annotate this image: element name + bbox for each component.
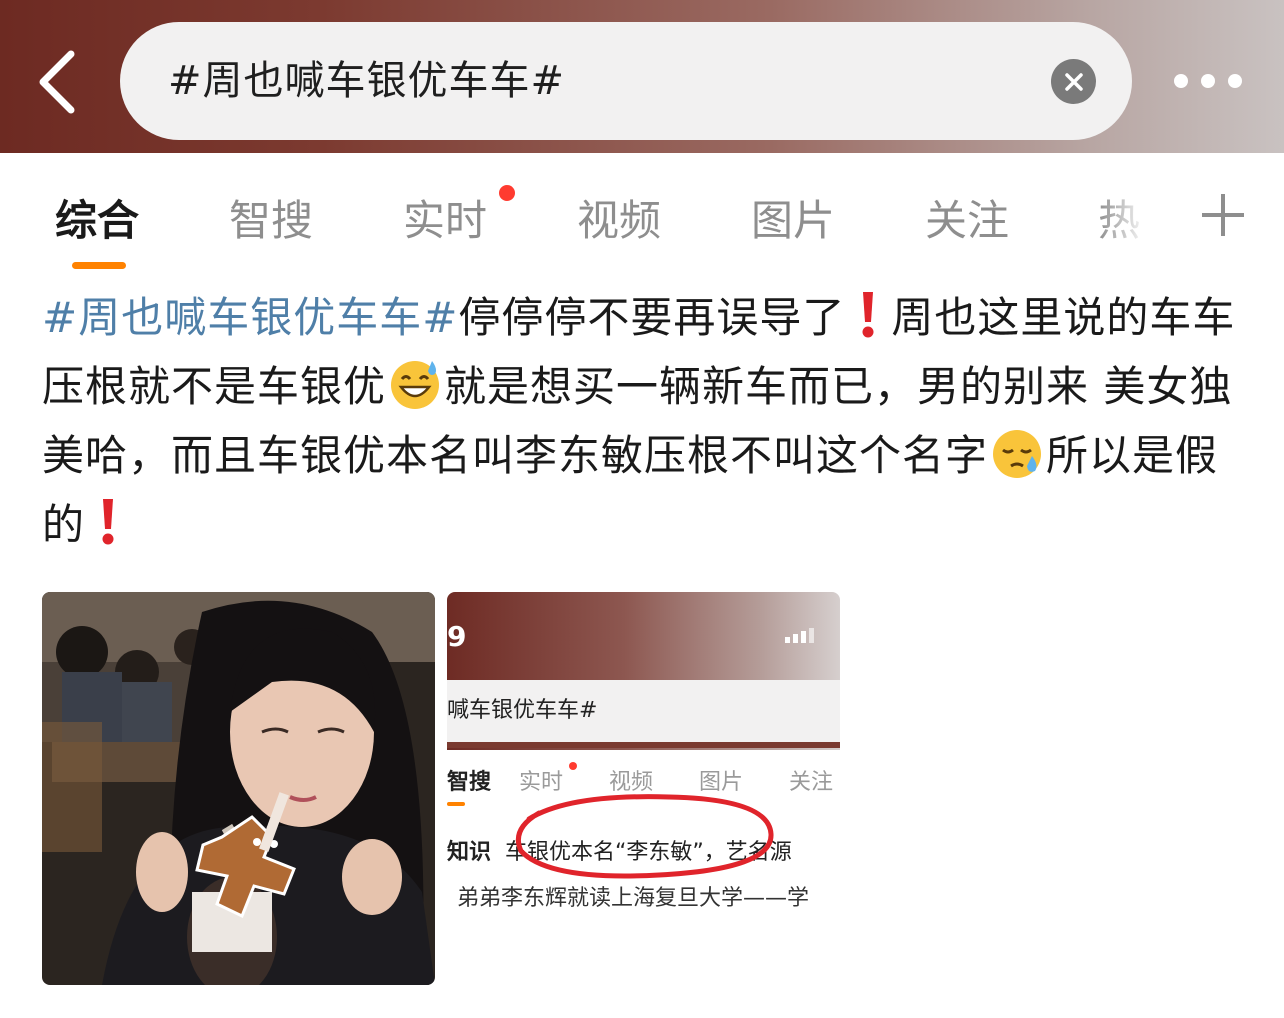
post-image-photo[interactable]	[42, 592, 435, 985]
tab-实时[interactable]: 实时	[403, 191, 487, 251]
tab-智搜[interactable]: 智搜	[229, 191, 313, 251]
tab-综合[interactable]: 综合	[55, 191, 139, 251]
tab-热[interactable]: 热	[1098, 191, 1158, 251]
screenshot-search-text: 喊车银优车车#	[447, 698, 598, 723]
chevron-left-icon	[39, 50, 75, 114]
post-text-segment: 停停停不要再误导了	[458, 293, 846, 342]
new-content-dot	[499, 185, 515, 201]
screenshot-tab: 智搜	[447, 770, 492, 795]
screenshot-tab-indicator	[447, 802, 465, 806]
more-button[interactable]	[1168, 60, 1248, 102]
tab-active-indicator	[72, 262, 126, 269]
screenshot-red-dot	[569, 762, 577, 770]
red-circle-annotation	[515, 794, 774, 879]
clear-button[interactable]	[1051, 59, 1096, 104]
search-input[interactable]: #周也喊车银优车车#	[168, 22, 565, 140]
screenshot-tab: 关注	[789, 770, 834, 795]
tab-bar: 综合 智搜 实时 视频 图片 关注 热	[0, 153, 1284, 278]
add-tab-button[interactable]	[1200, 192, 1246, 238]
more-icon	[1174, 74, 1188, 88]
exclamation-icon	[862, 292, 874, 338]
post-image-screenshot[interactable]: 9 喊车银优车车# 智搜 实时 视频 图片 关注 知识 车银优本名“李东敏”，艺…	[447, 592, 840, 985]
tab-视频[interactable]: 视频	[577, 191, 661, 251]
hashtag-link[interactable]: #周也喊车银优车车#	[42, 293, 458, 342]
grinning-sweat-emoji-icon	[391, 361, 440, 409]
top-bar: #周也喊车银优车车#	[0, 0, 1284, 153]
search-bar[interactable]: #周也喊车银优车车#	[120, 22, 1132, 140]
screenshot-divider	[447, 742, 840, 748]
exclamation-icon	[102, 499, 114, 545]
tab-关注[interactable]: 关注	[925, 191, 1009, 251]
tab-图片[interactable]: 图片	[751, 191, 835, 251]
photo-image	[42, 592, 435, 985]
screenshot-status-time: 9	[447, 620, 467, 653]
screenshot-text-line: 弟弟李东辉就读上海复旦大学——学	[457, 886, 810, 911]
sleepy-face-emoji-icon	[993, 430, 1042, 478]
post-text: #周也喊车银优车车#停停停不要再误导了 周也这里说的车车压根就不是车银优 就是想买一…	[42, 283, 1252, 559]
clear-icon	[1064, 72, 1083, 91]
back-button[interactable]	[22, 42, 92, 122]
signal-icon	[785, 628, 814, 643]
